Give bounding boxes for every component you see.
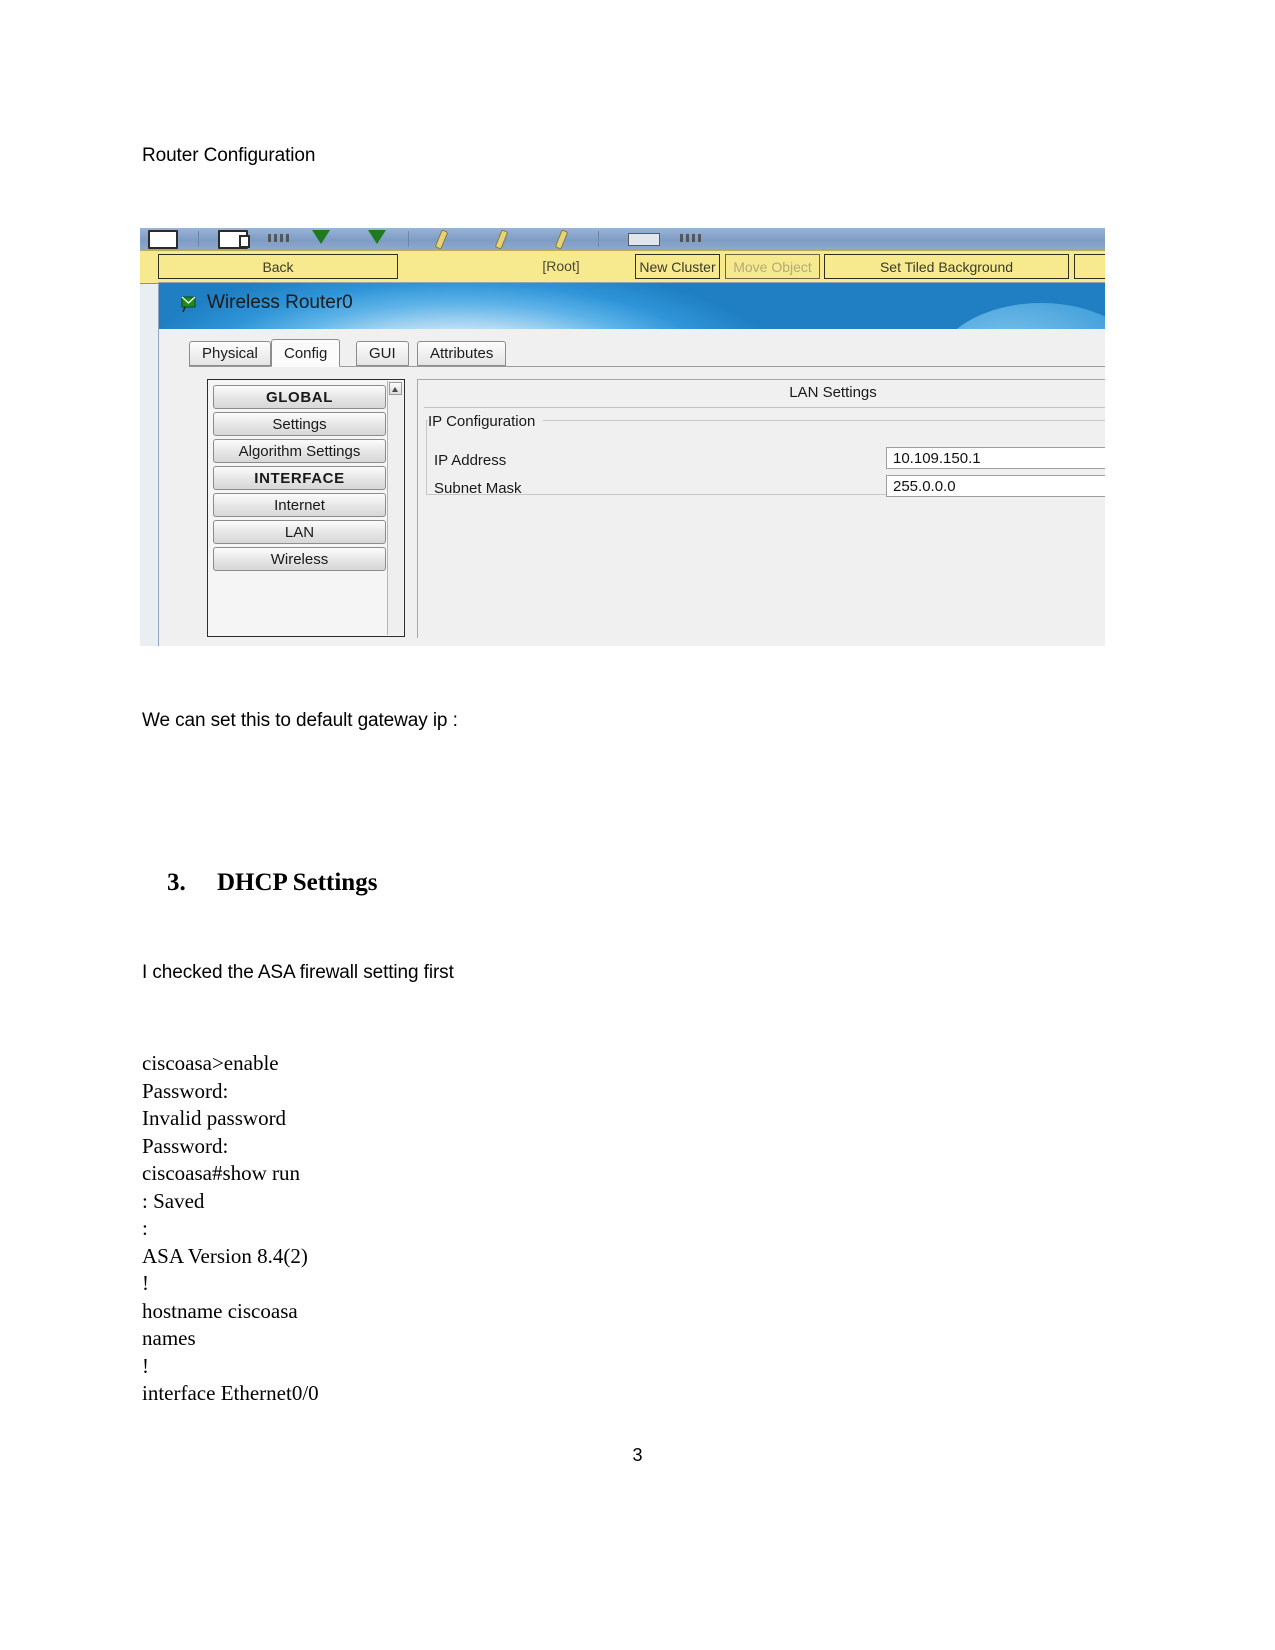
section-heading: 3. DHCP Settings [142, 841, 377, 925]
draw-pen-icon[interactable] [434, 229, 449, 250]
tab-attributes[interactable]: Attributes [417, 341, 507, 366]
sidebar-item-settings[interactable]: Settings [213, 412, 386, 436]
subnet-mask-label: Subnet Mask [434, 480, 522, 497]
sidebar-item-lan[interactable]: LAN [213, 520, 386, 544]
draw-pen-3-icon[interactable] [554, 229, 569, 250]
sidebar-item-interface: INTERFACE [213, 466, 386, 490]
ip-address-label: IP Address [434, 452, 507, 469]
packet-tracer-toolbar [140, 228, 1105, 251]
subnet-mask-input[interactable]: 255.0.0.0 [886, 475, 1105, 497]
device-window-title: Wireless Router0 [207, 292, 353, 313]
panel-heading-divider [424, 407, 1105, 408]
device-window: Wireless Router0 Physical Config GUI Att… [158, 282, 1105, 646]
tab-gui[interactable]: GUI [356, 341, 409, 366]
tab-physical[interactable]: Physical [189, 341, 271, 366]
scroll-up-arrow-icon[interactable] [389, 382, 402, 395]
sidebar-scrollbar[interactable] [387, 381, 403, 635]
zoom-icon[interactable] [268, 234, 290, 242]
page-title: Router Configuration [142, 145, 316, 166]
draw-pen-2-icon[interactable] [494, 229, 509, 250]
section-number: 3. [167, 869, 186, 896]
toolbar-divider-2 [408, 231, 409, 247]
ip-configuration-label: IP Configuration [428, 413, 544, 430]
gateway-note-text: We can set this to default gateway ip : [142, 710, 458, 731]
device-chip-icon[interactable] [628, 233, 660, 246]
ip-address-input[interactable]: 10.109.150.1 [886, 447, 1105, 469]
toolbar-divider-3 [598, 231, 599, 247]
check-green-icon[interactable] [312, 230, 330, 244]
device-window-titlebar: Wireless Router0 [159, 283, 1105, 329]
page-number: 3 [632, 1445, 643, 1465]
device-strip-icon[interactable] [680, 234, 702, 242]
cluster-navigation-bar: Back [Root] New Cluster Move Object Set … [140, 250, 1105, 284]
config-sidebar: GLOBAL Settings Algorithm Settings INTER… [207, 379, 405, 637]
panel-heading: LAN Settings [789, 384, 877, 401]
tab-config[interactable]: Config [271, 339, 341, 367]
document-page: Router Configuration Back [Root] New Clu… [0, 0, 1275, 1650]
toolbar-divider [198, 231, 199, 247]
terminal-transcript: ciscoasa>enable Password: Invalid passwo… [142, 1051, 319, 1405]
back-button[interactable]: Back [158, 254, 398, 279]
new-file-icon[interactable] [148, 230, 178, 249]
asa-firewall-note-text: I checked the ASA firewall setting first [142, 962, 454, 983]
move-object-button: Move Object [725, 254, 820, 279]
device-tabs: Physical Config GUI Attributes [189, 339, 1105, 367]
section-title: DHCP Settings [217, 869, 378, 896]
viewport-button[interactable] [1074, 254, 1105, 279]
packet-tracer-screenshot: Back [Root] New Cluster Move Object Set … [140, 228, 1105, 646]
new-cluster-button[interactable]: New Cluster [635, 254, 720, 279]
sidebar-item-global: GLOBAL [213, 385, 386, 409]
set-tiled-background-button[interactable]: Set Tiled Background [824, 254, 1069, 279]
copy-icon[interactable] [218, 230, 250, 249]
device-window-body: Physical Config GUI Attributes GLOBAL Se… [159, 329, 1105, 646]
router-device-icon [181, 294, 200, 313]
sidebar-item-algorithm-settings[interactable]: Algorithm Settings [213, 439, 386, 463]
sidebar-item-wireless[interactable]: Wireless [213, 547, 386, 571]
check-green-alt-icon[interactable] [368, 230, 386, 244]
sidebar-item-internet[interactable]: Internet [213, 493, 386, 517]
lan-settings-panel: LAN Settings IP Configuration IP Address… [417, 379, 1105, 638]
